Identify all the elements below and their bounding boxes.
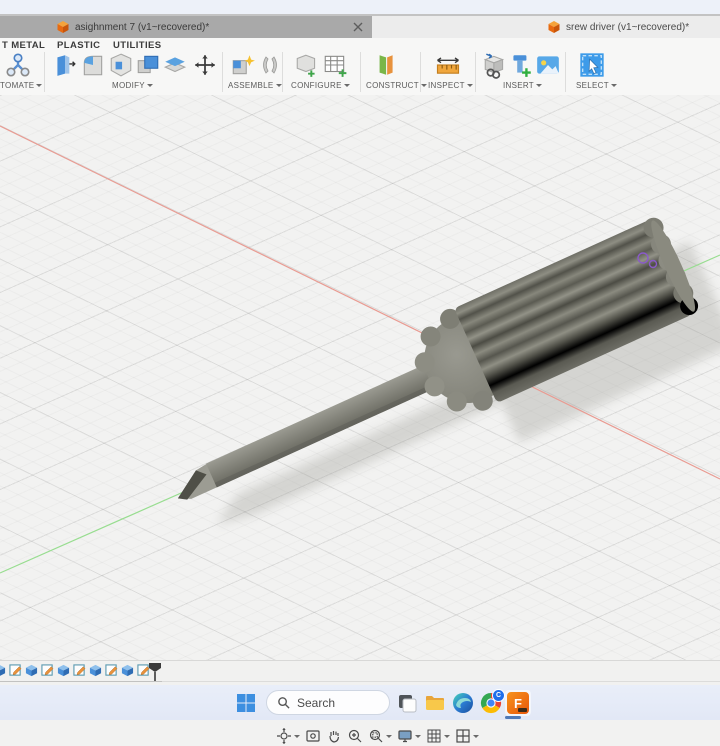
fit-icon[interactable] (368, 728, 392, 744)
task-view-button[interactable] (394, 690, 420, 716)
chevron-down-icon (415, 734, 421, 738)
start-button[interactable] (233, 690, 259, 716)
chevron-down-icon (420, 84, 427, 87)
document-tab-inactive[interactable]: srew driver (v1~recovered)* (548, 16, 689, 38)
chevron-down-icon (343, 84, 350, 87)
new-component-icon[interactable] (230, 51, 256, 79)
viewport-3d-canvas[interactable] (0, 95, 720, 744)
document-tab-bar: asighnment 7 (v1~recovered)* srew driver… (0, 16, 720, 38)
timeline-feature-sketch[interactable] (9, 664, 22, 677)
insert-canvas-icon[interactable] (535, 51, 561, 79)
configure-component-icon[interactable] (294, 51, 320, 79)
combine-icon[interactable] (135, 51, 161, 79)
timeline-playhead[interactable] (148, 662, 162, 682)
chevron-down-icon (473, 734, 479, 738)
display-settings-icon[interactable] (397, 728, 421, 744)
group-label-inspect[interactable]: INSPECT (428, 81, 473, 90)
chevron-down-icon (275, 84, 282, 87)
group-label-assemble[interactable]: ASSEMBLE (228, 81, 282, 90)
group-label-configure[interactable]: CONFIGURE (291, 81, 350, 90)
construct-plane-icon[interactable] (372, 51, 398, 79)
orbit-icon[interactable] (276, 728, 300, 744)
document-tab-label: asighnment 7 (v1~recovered)* (75, 21, 210, 33)
grid-and-snaps-icon[interactable] (426, 728, 450, 744)
timeline-feature-extrude[interactable] (25, 664, 38, 677)
ribbon-separator (222, 52, 223, 92)
windows-taskbar: Search C F (0, 685, 720, 720)
ribbon-separator (282, 52, 283, 92)
automate-icon[interactable] (4, 51, 32, 79)
insert-fastener-icon[interactable] (508, 51, 534, 79)
group-label-select[interactable]: SELECT (576, 81, 617, 90)
timeline-feature-sketch[interactable] (105, 664, 118, 677)
group-label-construct[interactable]: CONSTRUCT (366, 81, 427, 90)
windows-logo-icon (237, 694, 255, 712)
fusion-360-button[interactable]: F (505, 690, 531, 716)
viewport-nav-toolbar (276, 726, 479, 746)
chevron-down-icon (146, 84, 153, 87)
chevron-down-icon (466, 84, 473, 87)
group-label-modify[interactable]: MODIFY (112, 81, 153, 90)
fusion-document-icon (548, 21, 560, 33)
ribbon-separator (565, 52, 566, 92)
ribbon-tab-sheet-metal[interactable]: T METAL (2, 40, 45, 51)
desktop-top-strip (0, 0, 720, 16)
fusion-360-icon: F (507, 692, 529, 714)
chevron-down-icon (536, 84, 542, 87)
pan-icon[interactable] (326, 728, 342, 744)
timeline-features (0, 664, 150, 677)
measure-icon[interactable] (434, 51, 462, 79)
select-icon[interactable] (578, 51, 606, 79)
chevron-down-icon (610, 84, 617, 87)
timeline-bar (0, 660, 720, 685)
ribbon-separator (475, 52, 476, 92)
timeline-feature-sketch[interactable] (73, 664, 86, 677)
timeline-feature-extrude[interactable] (89, 664, 102, 677)
fusion-document-icon (57, 21, 69, 33)
chrome-profile-badge: C (492, 689, 505, 702)
scene-graphics (0, 125, 720, 574)
timeline-track-active (0, 681, 162, 682)
active-app-indicator (505, 716, 521, 719)
move-icon[interactable] (192, 51, 218, 79)
insert-derive-icon[interactable] (482, 51, 508, 79)
timeline-feature-extrude[interactable] (57, 664, 70, 677)
document-tab-active[interactable]: asighnment 7 (v1~recovered)* (0, 16, 372, 38)
look-at-icon[interactable] (305, 728, 321, 744)
group-label-insert[interactable]: INSERT (503, 81, 542, 90)
shell-icon[interactable] (108, 51, 134, 79)
chevron-down-icon (36, 84, 43, 87)
fillet-icon[interactable] (80, 51, 106, 79)
zoom-icon[interactable] (347, 728, 363, 744)
press-pull-icon[interactable] (52, 51, 78, 79)
ribbon-toolbar: T METAL PLASTIC UTILITIES TOMATE MODIFY … (0, 38, 720, 96)
timeline-feature-sketch[interactable] (41, 664, 54, 677)
close-icon[interactable] (352, 21, 364, 33)
joint-icon[interactable] (258, 51, 282, 79)
ribbon-separator (360, 52, 361, 92)
chevron-down-icon (386, 734, 392, 738)
search-input[interactable]: Search (266, 690, 390, 715)
search-placeholder: Search (297, 695, 336, 710)
edge-icon (453, 693, 473, 713)
chevron-down-icon (444, 734, 450, 738)
fusion-badge (518, 708, 527, 712)
ribbon-separator (44, 52, 45, 92)
viewports-icon[interactable] (455, 728, 479, 744)
file-explorer-button[interactable] (422, 690, 448, 716)
offset-face-icon[interactable] (162, 51, 188, 79)
timeline-feature-extrude[interactable] (0, 664, 6, 677)
document-tab-label: srew driver (v1~recovered)* (566, 21, 690, 33)
chevron-down-icon (294, 734, 300, 738)
group-label-automate[interactable]: TOMATE (0, 81, 43, 90)
edge-button[interactable] (450, 690, 476, 716)
ribbon-tab-utilities[interactable]: UTILITIES (113, 40, 161, 51)
search-icon (278, 697, 290, 709)
ribbon-tab-plastic[interactable]: PLASTIC (57, 40, 100, 51)
chrome-button[interactable]: C (478, 689, 505, 716)
folder-icon (426, 696, 444, 710)
task-view-icon (399, 695, 417, 713)
timeline-feature-extrude[interactable] (121, 664, 134, 677)
configuration-table-icon[interactable] (322, 51, 348, 79)
